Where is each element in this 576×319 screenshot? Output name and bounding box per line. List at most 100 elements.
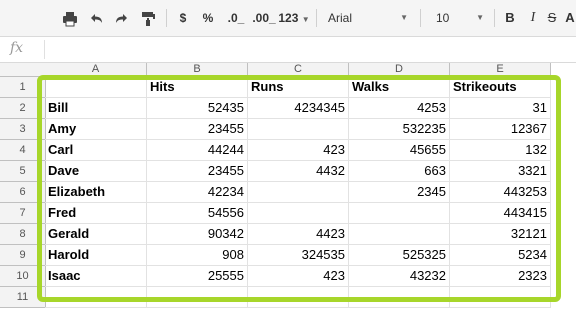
cell-e6[interactable]: 443253 <box>450 182 551 203</box>
cell-b7[interactable]: 54556 <box>147 203 248 224</box>
row-header-7[interactable]: 7 <box>0 203 46 224</box>
formula-bar: fx <box>0 37 576 63</box>
cell-c2[interactable]: 4234345 <box>248 98 349 119</box>
cell-a11[interactable] <box>45 287 147 308</box>
cell-a2[interactable]: Bill <box>45 98 147 119</box>
cell-c3[interactable] <box>248 119 349 140</box>
row-header-1[interactable]: 1 <box>0 77 46 98</box>
chevron-down-icon: ▼ <box>400 13 408 22</box>
increase-decimal-button[interactable]: .00_ <box>252 0 276 36</box>
cell-b10[interactable]: 25555 <box>147 266 248 287</box>
row-header-6[interactable]: 6 <box>0 182 46 203</box>
more-formats-label: 123 <box>278 11 299 25</box>
sheet-grid: A B C D E 1 Hits Runs Walks Strikeouts 2 Bill 52435 4… <box>0 63 576 319</box>
fx-icon: fx <box>10 40 24 56</box>
cell-e5[interactable]: 3321 <box>450 161 551 182</box>
cell-d7[interactable] <box>349 203 450 224</box>
cell-a8[interactable]: Gerald <box>45 224 147 245</box>
percent-format-button[interactable]: % <box>200 0 216 36</box>
cell-c4[interactable]: 423 <box>248 140 349 161</box>
cell-b4[interactable]: 44244 <box>147 140 248 161</box>
cell-b3[interactable]: 23455 <box>147 119 248 140</box>
cell-e10[interactable]: 2323 <box>450 266 551 287</box>
cell-e11[interactable] <box>450 287 551 308</box>
currency-format-button[interactable]: $ <box>176 0 190 36</box>
cell-e9[interactable]: 5234 <box>450 245 551 266</box>
cell-e3[interactable]: 12367 <box>450 119 551 140</box>
cell-d1[interactable]: Walks <box>349 77 450 98</box>
toolbar: $ % .0_ .00_ 123 ▼ Arial ▼ 10 ▼ B I S A <box>0 0 576 37</box>
font-size-select[interactable]: 10 ▼ <box>426 0 488 36</box>
cell-b8[interactable]: 90342 <box>147 224 248 245</box>
print-button[interactable] <box>60 0 80 36</box>
column-header-e[interactable]: E <box>450 63 551 77</box>
strikethrough-button[interactable]: S <box>545 0 559 36</box>
font-size-value: 10 <box>436 11 450 25</box>
select-all-corner[interactable] <box>0 63 46 77</box>
undo-icon <box>91 13 102 23</box>
cell-d5[interactable]: 663 <box>349 161 450 182</box>
cell-e1[interactable]: Strikeouts <box>450 77 551 98</box>
cell-d6[interactable]: 2345 <box>349 182 450 203</box>
cell-a10[interactable]: Isaac <box>45 266 147 287</box>
row-header-5[interactable]: 5 <box>0 161 46 182</box>
bold-button[interactable]: B <box>502 0 518 36</box>
cell-c5[interactable]: 4432 <box>248 161 349 182</box>
cell-b1[interactable]: Hits <box>147 77 248 98</box>
cell-c11[interactable] <box>248 287 349 308</box>
chevron-down-icon: ▼ <box>476 13 484 22</box>
redo-button[interactable] <box>112 0 132 36</box>
cell-b2[interactable]: 52435 <box>147 98 248 119</box>
cell-d4[interactable]: 45655 <box>349 140 450 161</box>
cell-b9[interactable]: 908 <box>147 245 248 266</box>
cell-a5[interactable]: Dave <box>45 161 147 182</box>
cell-b11[interactable] <box>147 287 248 308</box>
cell-c8[interactable]: 4423 <box>248 224 349 245</box>
undo-button[interactable] <box>86 0 106 36</box>
row-header-11[interactable]: 11 <box>0 287 46 308</box>
chevron-down-icon: ▼ <box>301 15 310 24</box>
cell-e8[interactable]: 32121 <box>450 224 551 245</box>
decrease-decimal-button[interactable]: .0_ <box>226 0 246 36</box>
cell-d11[interactable] <box>349 287 450 308</box>
cell-e4[interactable]: 132 <box>450 140 551 161</box>
column-header-d[interactable]: D <box>349 63 450 77</box>
cell-a7[interactable]: Fred <box>45 203 147 224</box>
cell-d9[interactable]: 525325 <box>349 245 450 266</box>
cell-a6[interactable]: Elizabeth <box>45 182 147 203</box>
formula-input[interactable] <box>50 37 576 62</box>
column-header-c[interactable]: C <box>248 63 349 77</box>
row-header-9[interactable]: 9 <box>0 245 46 266</box>
column-header-b[interactable]: B <box>147 63 248 77</box>
italic-button[interactable]: I <box>526 0 540 36</box>
redo-icon <box>116 13 127 23</box>
cell-c10[interactable]: 423 <box>248 266 349 287</box>
cell-c7[interactable] <box>248 203 349 224</box>
cell-d10[interactable]: 43232 <box>349 266 450 287</box>
column-header-a[interactable]: A <box>45 63 147 77</box>
cell-a1[interactable] <box>45 77 147 98</box>
row-header-2[interactable]: 2 <box>0 98 46 119</box>
cell-a3[interactable]: Amy <box>45 119 147 140</box>
cell-a9[interactable]: Harold <box>45 245 147 266</box>
cell-c6[interactable] <box>248 182 349 203</box>
cell-e7[interactable]: 443415 <box>450 203 551 224</box>
cell-a4[interactable]: Carl <box>45 140 147 161</box>
row-header-3[interactable]: 3 <box>0 119 46 140</box>
font-family-select[interactable]: Arial ▼ <box>322 0 412 36</box>
row-header-8[interactable]: 8 <box>0 224 46 245</box>
row-header-10[interactable]: 10 <box>0 266 46 287</box>
cell-e2[interactable]: 31 <box>450 98 551 119</box>
more-formats-button[interactable]: 123 ▼ <box>276 0 312 36</box>
cell-c1[interactable]: Runs <box>248 77 349 98</box>
cell-d2[interactable]: 4253 <box>349 98 450 119</box>
cell-d3[interactable]: 532235 <box>349 119 450 140</box>
text-color-button[interactable]: A <box>564 0 576 36</box>
cell-b5[interactable]: 23455 <box>147 161 248 182</box>
cell-b6[interactable]: 42234 <box>147 182 248 203</box>
paint-format-button[interactable] <box>139 0 157 36</box>
cell-d8[interactable] <box>349 224 450 245</box>
row-header-4[interactable]: 4 <box>0 140 46 161</box>
cell-c9[interactable]: 324535 <box>248 245 349 266</box>
print-icon <box>63 11 77 27</box>
